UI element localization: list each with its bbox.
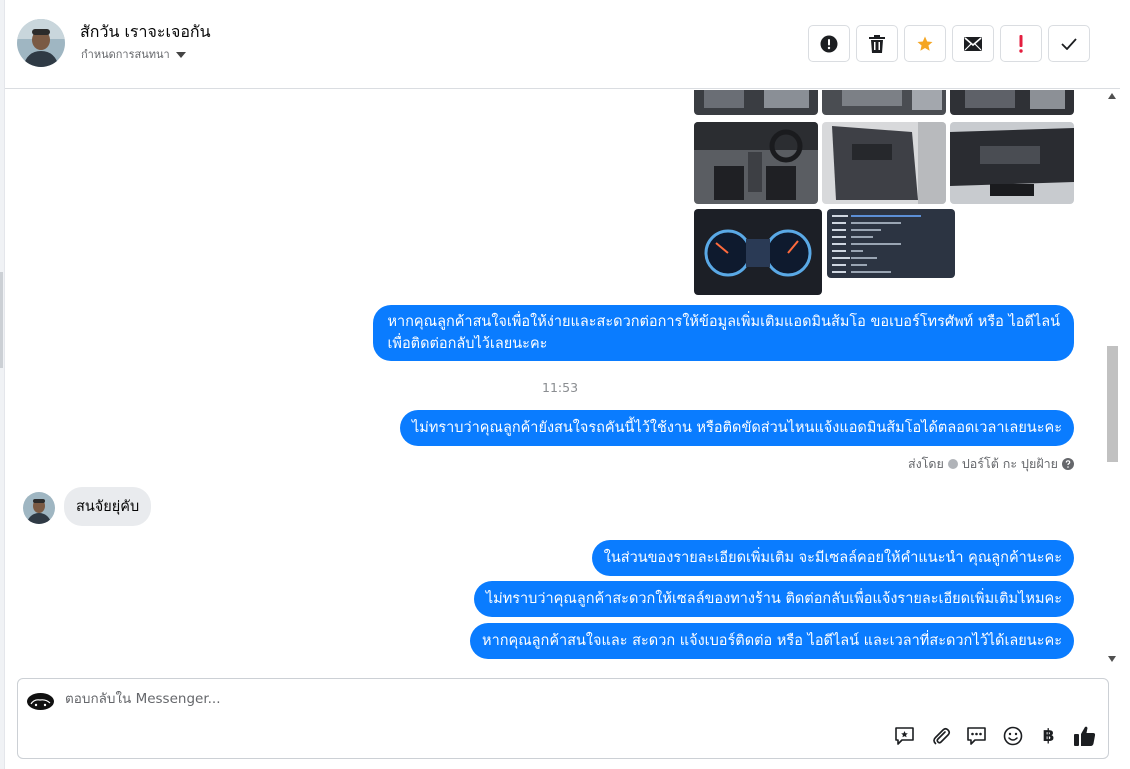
outgoing-message[interactable]: หากคุณลูกค้าสนใจและ สะดวก แจ้งเบอร์ติดต่… (470, 623, 1074, 659)
message-text: หากคุณลูกค้าสนใจเพื่อให้ง่ายและสะดวกต่อก… (387, 314, 1060, 330)
sent-by-label: ส่งโดย (907, 456, 944, 471)
assign-conversation-dropdown[interactable]: กำหนดการสนทนา (81, 45, 186, 63)
done-button[interactable] (1048, 25, 1090, 62)
outgoing-message[interactable]: ไม่ทราบว่าคุณลูกค้ายังสนใจรถคันนี้ไว้ใช้… (399, 410, 1074, 446)
scroll-up-arrow-icon[interactable] (1108, 93, 1116, 99)
mark-unread-button[interactable] (952, 25, 994, 62)
star-icon (917, 36, 933, 51)
baht-payment-icon[interactable]: ฿ (1036, 723, 1061, 748)
sent-by-info: ส่งโดย ปอร์โต้ กะ ปุยฝ้าย (908, 454, 1074, 474)
contact-avatar-small[interactable] (23, 492, 55, 524)
dashboard-photo-thumbnail[interactable] (694, 209, 822, 295)
message-text: ไม่ทราบว่าคุณลูกค้ายังสนใจรถคันนี้ไว้ใช้… (411, 420, 1062, 436)
car-photo-thumbnail[interactable] (822, 122, 946, 204)
car-photo-thumbnail[interactable] (694, 122, 818, 204)
message-text-line-2: เพื่อติดต่อกลับไว้เลยนะคะ (387, 336, 548, 352)
left-panel-indicator (0, 272, 3, 368)
emoji-icon[interactable] (1000, 723, 1025, 748)
conversation-toolbar (808, 25, 1090, 62)
page-logo-icon (27, 693, 54, 710)
incoming-message[interactable]: สนจัยยุ่คับ (64, 487, 152, 526)
alert-circle-icon (820, 35, 838, 52)
envelope-icon (964, 36, 982, 51)
star-button[interactable] (904, 25, 946, 62)
check-icon (1061, 37, 1077, 50)
outgoing-message[interactable]: ไม่ทราบว่าคุณลูกค้าสะดวกให้เซลล์ของทางร้… (473, 581, 1074, 617)
scrollbar-thumb[interactable] (1107, 346, 1118, 462)
chat-bubbles-icon[interactable] (964, 723, 989, 748)
reply-composer: ฿ (17, 678, 1109, 759)
car-photo-thumbnail[interactable] (950, 90, 1074, 115)
car-photo-thumbnail[interactable] (950, 122, 1074, 204)
spam-alert-button[interactable] (808, 25, 850, 62)
reply-input[interactable] (65, 691, 565, 707)
vehicle-spec-card-thumbnail[interactable] (827, 209, 955, 278)
message-thread: หากคุณลูกค้าสนใจเพื่อให้ง่ายและสะดวกต่อก… (5, 90, 1105, 665)
saved-reply-icon[interactable] (892, 723, 917, 748)
sender-avatar-icon (947, 459, 958, 469)
outgoing-message[interactable]: หากคุณลูกค้าสนใจเพื่อให้ง่ายและสะดวกต่อก… (373, 305, 1074, 361)
car-photo-thumbnail[interactable] (822, 90, 946, 115)
message-text: สนจัยยุ่คับ (76, 499, 140, 515)
contact-name: สักวัน เราจะเจอกัน (80, 22, 211, 41)
thumbs-up-icon[interactable] (1072, 723, 1097, 748)
conversation-header: สักวัน เราจะเจอกัน กำหนดการสนทนา (5, 0, 1120, 89)
sent-by-name: ปอร์โต้ กะ ปุยฝ้าย (961, 456, 1058, 471)
message-text: ในส่วนของรายละเอียดเพิ่มเติม จะมีเซลล์คอ… (603, 550, 1062, 566)
message-text: หากคุณลูกค้าสนใจและ สะดวก แจ้งเบอร์ติดต่… (482, 633, 1062, 649)
outgoing-message[interactable]: ในส่วนของรายละเอียดเพิ่มเติม จะมีเซลล์คอ… (591, 540, 1074, 576)
message-text: ไม่ทราบว่าคุณลูกค้าสะดวกให้เซลล์ของทางร้… (485, 591, 1062, 607)
composer-actions: ฿ (892, 723, 1097, 748)
car-photo-thumbnail[interactable] (694, 90, 818, 115)
thread-scrollbar[interactable] (1105, 90, 1120, 665)
attachment-icon[interactable] (928, 723, 953, 748)
delete-button[interactable] (856, 25, 898, 62)
caret-down-icon (175, 51, 186, 58)
message-timestamp: 11:53 (542, 380, 579, 395)
exclamation-icon (1019, 34, 1023, 53)
help-circle-icon[interactable] (1062, 458, 1074, 470)
contact-avatar[interactable] (17, 19, 65, 67)
important-button[interactable] (1000, 25, 1042, 62)
scroll-down-arrow-icon[interactable] (1108, 656, 1116, 662)
trash-icon (869, 34, 885, 53)
assign-conversation-label: กำหนดการสนทนา (81, 48, 170, 61)
